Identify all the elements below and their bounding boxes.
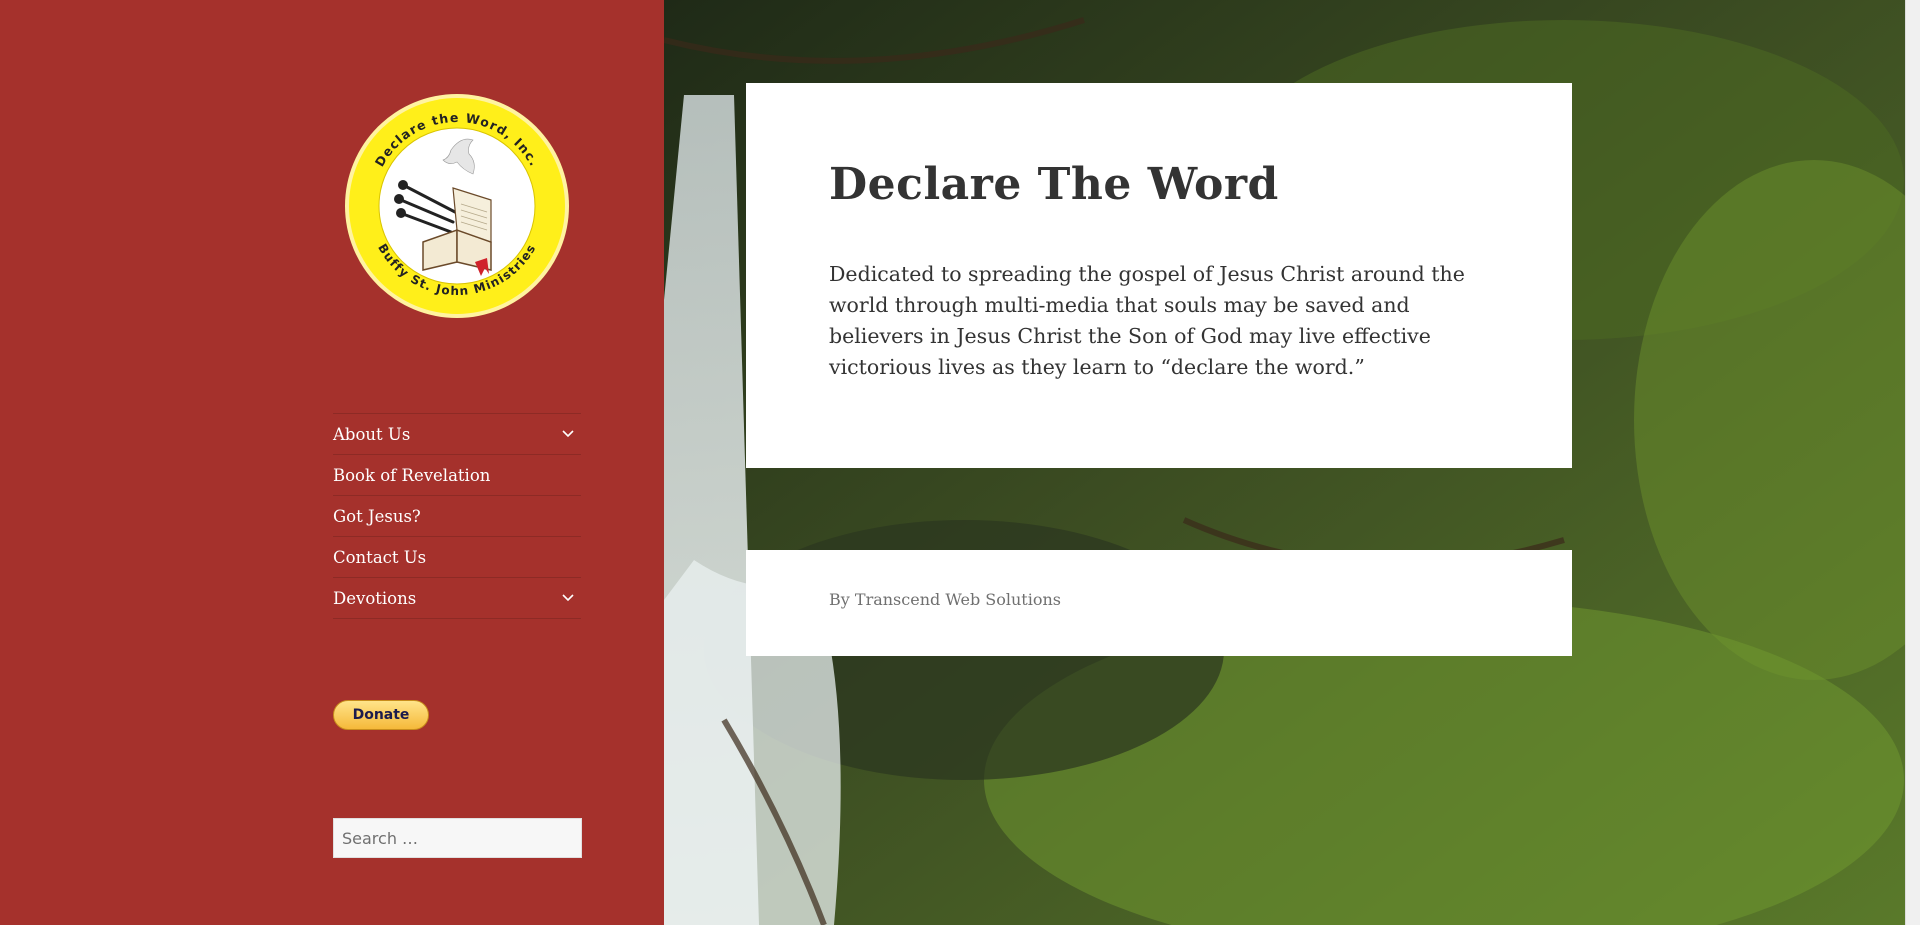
main-navigation: About Us Book of Revelation Got Jesus? C…: [333, 413, 581, 619]
nav-item-label: Contact Us: [333, 547, 427, 567]
page-description: Dedicated to spreading the gospel of Jes…: [829, 262, 1465, 379]
nav-item-label: About Us: [333, 424, 411, 444]
nav-item-devotions[interactable]: Devotions: [333, 578, 581, 619]
search-input[interactable]: [333, 818, 582, 858]
nav-item-label: Devotions: [333, 588, 417, 608]
nav-item-contact-us[interactable]: Contact Us: [333, 537, 581, 578]
scrollbar[interactable]: [1905, 0, 1920, 925]
nav-item-book-of-revelation[interactable]: Book of Revelation: [333, 455, 581, 496]
chevron-down-icon[interactable]: [555, 421, 581, 447]
logo-emblem-icon: Declare the Word, Inc. Buffy St. John Mi…: [345, 94, 569, 318]
nav-item-label: Book of Revelation: [333, 465, 491, 485]
chevron-down-icon[interactable]: [555, 585, 581, 611]
donate-button[interactable]: Donate: [333, 700, 429, 730]
credit-prefix: By: [829, 590, 850, 609]
main-article: Declare The Word Dedicated to spreading …: [746, 83, 1572, 468]
site-credit: By Transcend Web Solutions: [829, 590, 1061, 609]
nav-item-label: Got Jesus?: [333, 506, 421, 526]
site-footer: By Transcend Web Solutions: [746, 550, 1572, 656]
page-title: Declare The Word: [829, 159, 1279, 210]
nav-item-about-us[interactable]: About Us: [333, 414, 581, 455]
sidebar: Declare the Word, Inc. Buffy St. John Mi…: [0, 0, 664, 925]
site-logo[interactable]: Declare the Word, Inc. Buffy St. John Mi…: [343, 92, 571, 320]
credit-link[interactable]: Transcend Web Solutions: [855, 590, 1061, 609]
nav-item-got-jesus[interactable]: Got Jesus?: [333, 496, 581, 537]
